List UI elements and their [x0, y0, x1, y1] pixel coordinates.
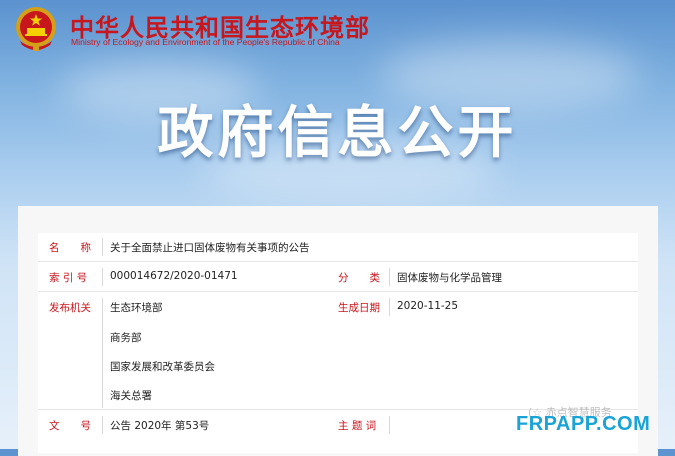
name-label: 名 称: [49, 242, 91, 254]
docno-label: 文 号: [49, 420, 91, 432]
index-number: 000014672/2020-01471: [110, 270, 238, 282]
divider: [102, 416, 103, 434]
divider: [389, 298, 390, 316]
divider: [102, 268, 103, 286]
watermark-logo: FRPAPP.COM: [516, 413, 651, 435]
subject-label: 主 题 词: [338, 420, 377, 432]
divider: [389, 416, 390, 434]
category-value: 固体废物与化学品管理: [397, 272, 502, 284]
document-title[interactable]: 关于全面禁止进口固体废物有关事项的公告: [110, 240, 310, 255]
issuer-label: 发布机关: [49, 302, 91, 314]
divider: [389, 268, 390, 286]
date-label: 生成日期: [338, 302, 380, 314]
divider: [102, 238, 103, 256]
index-label: 索 引 号: [49, 272, 88, 284]
issuer-item: 生态环境部: [110, 302, 163, 314]
divider: [102, 298, 103, 408]
header-banner: 中华人民共和国生态环境部 Ministry of Ecology and Env…: [0, 0, 675, 200]
row-divider: [38, 291, 638, 292]
ministry-name-en: Ministry of Ecology and Environment of t…: [71, 37, 340, 47]
row-divider: [38, 261, 638, 262]
issuer-item: 国家发展和改革委员会: [110, 361, 215, 373]
issuer-item: 海关总署: [110, 390, 152, 402]
docno-value: 公告 2020年 第53号: [110, 420, 210, 432]
date-value: 2020-11-25: [397, 300, 459, 312]
page-title: 政府信息公开: [157, 101, 518, 166]
national-emblem-icon: [16, 7, 56, 51]
category-label: 分 类: [338, 272, 380, 284]
issuer-item: 商务部: [110, 332, 142, 344]
